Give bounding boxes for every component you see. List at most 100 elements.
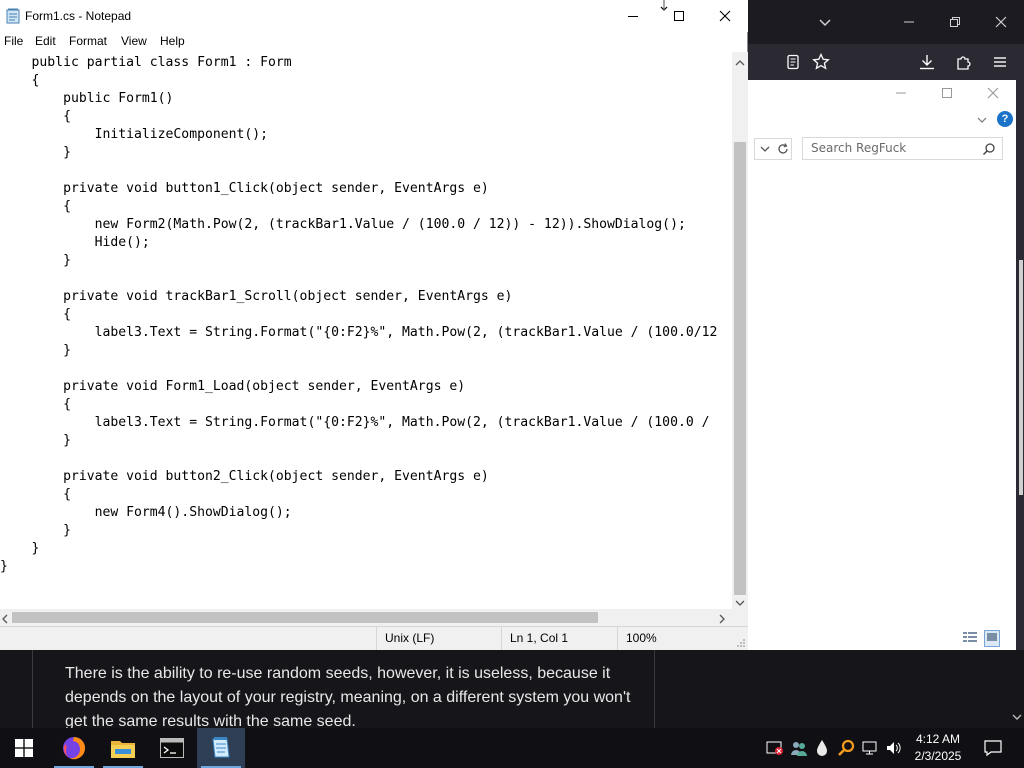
list-all-tabs-chevron-icon[interactable] (810, 8, 840, 36)
downloads-icon[interactable] (914, 49, 940, 75)
code-line: public Form1() (0, 91, 174, 106)
webpage-content: There is the ability to re-use random se… (0, 650, 1024, 728)
code-line: } (0, 145, 71, 160)
regfuck-minimize-button[interactable] (886, 83, 916, 103)
clock-time: 4:12 AM (915, 732, 961, 746)
search-magnifier-tray-icon[interactable] (837, 739, 855, 757)
scrollbar-corner (732, 609, 748, 626)
article-paragraph: There is the ability to re-use random se… (65, 665, 631, 728)
code-line: private void Form1_Load(object sender, E… (0, 379, 466, 394)
menu-edit[interactable]: Edit (35, 34, 56, 48)
window-title: Form1.cs - Notepad (25, 9, 132, 23)
security-center-icon[interactable] (766, 739, 784, 757)
view-toggle-buttons (962, 630, 1002, 647)
line-ending-status: Unix (LF) (376, 627, 496, 650)
volume-icon[interactable] (885, 739, 903, 757)
notepad-icon[interactable] (197, 728, 245, 768)
notepad-window: Form1.cs - Notepad File Edit Format View… (0, 0, 748, 650)
browser-restore-button[interactable] (940, 8, 970, 36)
code-line: } (0, 343, 71, 358)
code-line: Hide(); (0, 235, 150, 250)
code-line: label3.Text = String.Format("{0:F2}%", M… (0, 325, 718, 340)
extensions-puzzle-icon[interactable] (951, 49, 977, 75)
mouse-cursor-icon (658, 0, 670, 14)
refresh-icon[interactable] (776, 142, 790, 159)
code-line: } (0, 523, 71, 538)
code-line: { (0, 307, 71, 322)
text-editor[interactable]: public partial class Form1 : Form { publ… (0, 52, 732, 609)
scroll-left-arrow-icon[interactable] (1, 613, 9, 627)
menu-bar: File Edit Format View Help (0, 32, 748, 52)
menu-help[interactable]: Help (160, 34, 185, 48)
water-drop-icon[interactable] (813, 739, 831, 757)
page-scroll-down-arrow-icon[interactable] (1011, 711, 1023, 723)
close-button[interactable] (702, 0, 748, 32)
cursor-position-status: Ln 1, Col 1 (501, 627, 617, 650)
menu-view[interactable]: View (121, 34, 147, 48)
horizontal-scroll-thumb[interactable] (12, 612, 598, 623)
start-button[interactable] (0, 728, 48, 768)
firefox-icon[interactable] (50, 728, 98, 768)
code-line: new Form2(Math.Pow(2, (trackBar1.Value /… (0, 217, 686, 232)
code-line: { (0, 199, 71, 214)
help-icon[interactable]: ? (997, 111, 1013, 127)
browser-titlebar (748, 0, 1024, 44)
taskbar: 4:12 AM 2/3/2025 (0, 728, 1024, 768)
code-line: } (0, 253, 71, 268)
code-line: { (0, 73, 40, 88)
scroll-down-arrow-icon[interactable] (735, 596, 745, 610)
address-dropdown-chevron-icon[interactable] (758, 142, 772, 159)
code-line: { (0, 397, 71, 412)
search-icon[interactable] (982, 142, 996, 156)
user-accounts-icon[interactable] (790, 739, 808, 757)
notepad-app-icon (5, 8, 21, 24)
regfuck-maximize-button[interactable] (932, 83, 962, 103)
code-line: private void button1_Click(object sender… (0, 181, 489, 196)
regfuck-titlebar (748, 80, 1016, 106)
status-bar: Unix (LF) Ln 1, Col 1 100% (0, 626, 748, 650)
network-icon[interactable] (862, 739, 880, 757)
bookmark-star-icon[interactable] (808, 49, 834, 75)
code-line: private void trackBar1_Scroll(object sen… (0, 289, 513, 304)
code-text: public partial class Form1 : Form { publ… (0, 54, 717, 576)
address-bar-buttons (754, 138, 792, 160)
code-line: { (0, 109, 71, 124)
scroll-up-arrow-icon[interactable] (735, 56, 745, 70)
large-icons-view-icon[interactable] (984, 630, 1000, 647)
code-line: { (0, 487, 71, 502)
browser-window: ? Search RegFuck (748, 0, 1024, 650)
notepad-titlebar[interactable]: Form1.cs - Notepad (0, 0, 748, 32)
code-line: } (0, 541, 40, 556)
browser-page-scroll-thumb[interactable] (1019, 260, 1023, 495)
scroll-right-arrow-icon[interactable] (718, 613, 726, 627)
menu-file[interactable]: File (4, 34, 23, 48)
browser-minimize-button[interactable] (894, 8, 924, 36)
system-clock[interactable]: 4:12 AM 2/3/2025 (908, 731, 968, 765)
vertical-scroll-thumb[interactable] (734, 142, 746, 595)
search-input[interactable]: Search RegFuck (802, 137, 1003, 160)
horizontal-scrollbar[interactable] (0, 609, 732, 626)
code-line: } (0, 559, 8, 574)
app-menu-hamburger-icon[interactable] (987, 49, 1013, 75)
regfuck-window: ? Search RegFuck (748, 80, 1016, 650)
browser-toolbar (748, 44, 1024, 80)
resize-grip-icon[interactable] (736, 637, 746, 651)
vertical-scrollbar[interactable] (732, 52, 748, 609)
minimize-button[interactable] (610, 0, 656, 32)
reader-view-icon[interactable] (780, 49, 806, 75)
terminal-icon[interactable] (148, 728, 196, 768)
code-line: public partial class Form1 : Form (0, 55, 292, 70)
ribbon-expand-chevron-icon[interactable] (974, 112, 990, 128)
browser-close-button[interactable] (986, 8, 1016, 36)
details-view-icon[interactable] (962, 630, 978, 647)
regfuck-close-button[interactable] (978, 83, 1008, 103)
file-explorer-icon[interactable] (99, 728, 147, 768)
notification-center-icon[interactable] (978, 728, 1008, 768)
code-line: InitializeComponent(); (0, 127, 269, 142)
menu-format[interactable]: Format (69, 34, 107, 48)
code-line: new Form4().ShowDialog(); (0, 505, 292, 520)
